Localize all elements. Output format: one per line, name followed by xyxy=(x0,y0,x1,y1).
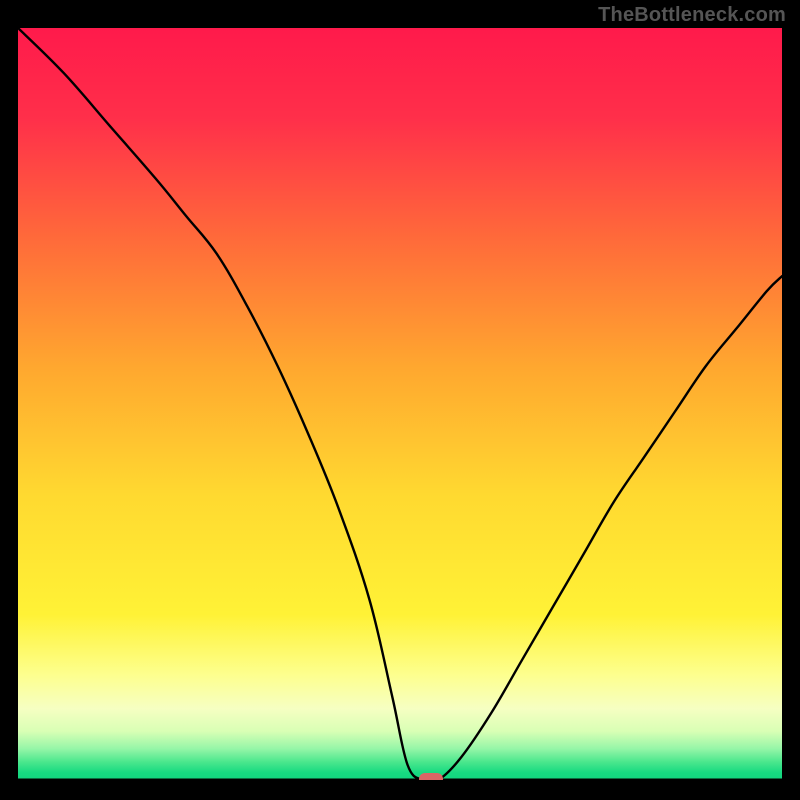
plot-area xyxy=(18,28,782,780)
optimal-marker xyxy=(419,773,443,780)
attribution-text: TheBottleneck.com xyxy=(598,4,786,27)
bottleneck-curve xyxy=(18,28,782,780)
